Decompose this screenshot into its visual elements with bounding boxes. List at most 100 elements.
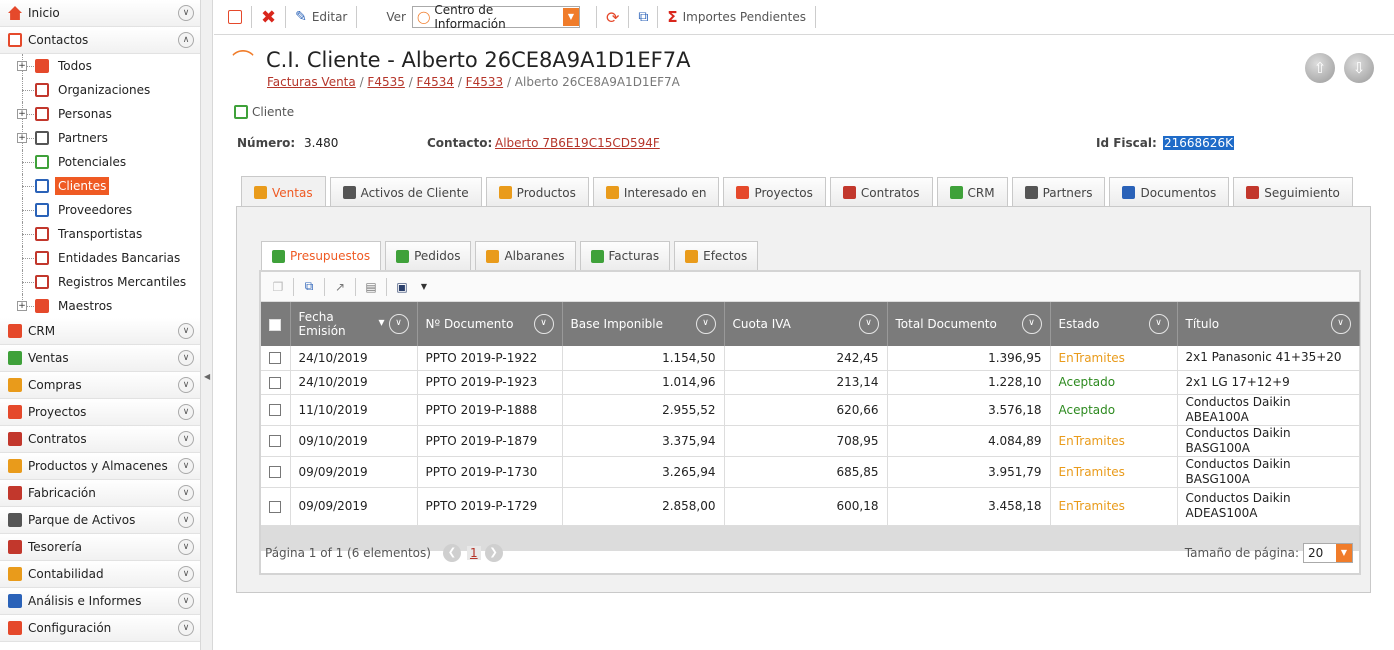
tab-documentos[interactable]: Documentos bbox=[1109, 177, 1230, 207]
sidebar-item-parque-de-activos[interactable]: Parque de Activos ∨ bbox=[0, 507, 200, 534]
edit-button[interactable]: ✎ Editar bbox=[289, 5, 353, 29]
save-dropdown-button[interactable]: ▼ bbox=[413, 276, 435, 298]
sidebar-item-partners[interactable]: + Partners bbox=[0, 126, 200, 150]
sidebar-item-maestros[interactable]: + Maestros bbox=[0, 294, 200, 318]
sidebar-item-organizaciones[interactable]: Organizaciones bbox=[0, 78, 200, 102]
sidebar-item-configuracion[interactable]: Configuración ∨ bbox=[0, 615, 200, 642]
sidebar-item-inicio[interactable]: Inicio ∨ bbox=[0, 0, 200, 27]
select-all-checkbox[interactable] bbox=[269, 318, 281, 331]
column-header-total-documento[interactable]: Total Documento ∨ bbox=[887, 302, 1051, 346]
column-header-n-documento[interactable]: Nº Documento ∨ bbox=[417, 302, 563, 346]
breadcrumb-link[interactable]: F4535 bbox=[367, 75, 404, 89]
chevron-down-icon[interactable]: ∨ bbox=[178, 377, 194, 393]
column-menu-chevron-icon[interactable]: ∨ bbox=[533, 314, 554, 334]
table-row[interactable]: 09/09/2019 PPTO 2019-P-1729 2.858,00 600,18… bbox=[261, 487, 1360, 526]
print-button[interactable]: ▤ bbox=[360, 276, 382, 298]
sidebar-item-contactos[interactable]: Contactos ∧ bbox=[0, 27, 200, 54]
sidebar-item-clientes[interactable]: Clientes bbox=[0, 174, 200, 198]
expand-icon[interactable]: + bbox=[17, 133, 27, 143]
subtab-facturas[interactable]: Facturas bbox=[579, 241, 671, 270]
prev-page-button[interactable]: ❮ bbox=[442, 544, 461, 562]
column-menu-chevron-icon[interactable]: ∨ bbox=[695, 314, 716, 334]
sidebar-splitter[interactable]: ◀ bbox=[201, 0, 213, 650]
row-checkbox[interactable] bbox=[269, 435, 282, 447]
view-combo[interactable]: ◯ Centro de Información ▼ bbox=[411, 3, 580, 31]
tab-interesado-en[interactable]: Interesado en bbox=[592, 177, 720, 207]
chevron-down-icon[interactable]: ∨ bbox=[178, 404, 194, 420]
column-header-base-imponible[interactable]: Base Imponible ∨ bbox=[562, 302, 725, 346]
chevron-down-icon[interactable]: ∨ bbox=[178, 485, 194, 501]
export-button[interactable]: ↗ bbox=[329, 276, 351, 298]
row-checkbox[interactable] bbox=[269, 376, 282, 389]
open-window-button[interactable]: ⧉ bbox=[632, 5, 654, 29]
subtab-efectos[interactable]: Efectos bbox=[674, 241, 759, 270]
table-row[interactable]: 24/10/2019 PPTO 2019-P-1923 1.014,96 213,14… bbox=[261, 370, 1360, 395]
sidebar-item-analisis-e-informes[interactable]: Análisis e Informes ∨ bbox=[0, 588, 200, 615]
table-row[interactable]: 09/10/2019 PPTO 2019-P-1879 3.375,94 708,95… bbox=[261, 425, 1360, 457]
sidebar-item-todos[interactable]: + Todos bbox=[0, 54, 200, 78]
chevron-down-icon[interactable]: ∨ bbox=[178, 620, 194, 636]
table-row[interactable]: 11/10/2019 PPTO 2019-P-1888 2.955,52 620,66… bbox=[261, 394, 1360, 426]
page-size-select[interactable]: 20 ▼ bbox=[1303, 543, 1353, 563]
sidebar-item-potenciales[interactable]: Potenciales bbox=[0, 150, 200, 174]
save-button[interactable]: ▣ bbox=[391, 276, 413, 298]
new-button[interactable] bbox=[222, 5, 248, 29]
chevron-down-icon[interactable]: ∨ bbox=[178, 566, 194, 582]
sidebar-item-proveedores[interactable]: Proveedores bbox=[0, 198, 200, 222]
column-menu-chevron-icon[interactable]: ∨ bbox=[858, 314, 879, 334]
sidebar-item-productos-y-almacenes[interactable]: Productos y Almacenes ∨ bbox=[0, 453, 200, 480]
sidebar-item-contratos[interactable]: Contratos ∨ bbox=[0, 426, 200, 453]
sidebar-item-proyectos[interactable]: Proyectos ∨ bbox=[0, 399, 200, 426]
sidebar-item-contabilidad[interactable]: Contabilidad ∨ bbox=[0, 561, 200, 588]
copy-button[interactable]: ❐ bbox=[267, 276, 289, 298]
row-checkbox[interactable] bbox=[269, 404, 282, 416]
sidebar-item-tesoreria[interactable]: Tesorería ∨ bbox=[0, 534, 200, 561]
sidebar-item-entidades-bancarias[interactable]: Entidades Bancarias bbox=[0, 246, 200, 270]
chevron-down-icon[interactable]: ∨ bbox=[178, 593, 194, 609]
refresh-button[interactable]: ⟳ bbox=[600, 5, 625, 29]
row-checkbox[interactable] bbox=[269, 466, 282, 478]
chevron-down-icon[interactable]: ∨ bbox=[178, 350, 194, 366]
breadcrumb-link[interactable]: F4534 bbox=[417, 75, 454, 89]
subtab-pedidos[interactable]: Pedidos bbox=[385, 241, 472, 270]
subtab-albaranes[interactable]: Albaranes bbox=[475, 241, 576, 270]
breadcrumb-link[interactable]: F4533 bbox=[466, 75, 503, 89]
sidebar-item-registros-mercantiles[interactable]: Registros Mercantiles bbox=[0, 270, 200, 294]
previous-record-button[interactable]: ⇧ bbox=[1305, 53, 1335, 83]
chevron-down-icon[interactable]: ∨ bbox=[178, 5, 194, 21]
table-row[interactable]: 24/10/2019 PPTO 2019-P-1922 1.154,50 242,45… bbox=[261, 346, 1360, 371]
tab-activos-de-cliente[interactable]: Activos de Cliente bbox=[329, 177, 482, 207]
tab-ventas[interactable]: Ventas bbox=[241, 176, 326, 208]
open-window-button[interactable]: ⧉ bbox=[298, 276, 320, 298]
chevron-down-icon[interactable]: ▼ bbox=[562, 8, 579, 26]
chevron-up-icon[interactable]: ∧ bbox=[178, 32, 194, 48]
sidebar-item-compras[interactable]: Compras ∨ bbox=[0, 372, 200, 399]
chevron-down-icon[interactable]: ∨ bbox=[178, 323, 194, 339]
tab-contratos[interactable]: Contratos bbox=[829, 177, 933, 207]
table-row[interactable]: 09/09/2019 PPTO 2019-P-1730 3.265,94 685,85… bbox=[261, 456, 1360, 488]
expand-icon[interactable]: + bbox=[17, 301, 27, 311]
column-header-estado[interactable]: Estado ∨ bbox=[1050, 302, 1178, 346]
column-header-fecha-emision[interactable]: Fecha Emisión ▾ ∨ bbox=[290, 302, 418, 346]
sidebar-item-fabricacion[interactable]: Fabricación ∨ bbox=[0, 480, 200, 507]
next-record-button[interactable]: ⇩ bbox=[1344, 53, 1374, 83]
tab-productos[interactable]: Productos bbox=[485, 177, 589, 207]
column-menu-chevron-icon[interactable]: ∨ bbox=[1148, 314, 1169, 334]
column-menu-chevron-icon[interactable]: ∨ bbox=[1330, 314, 1351, 334]
row-checkbox[interactable] bbox=[269, 500, 282, 513]
expand-icon[interactable]: + bbox=[17, 109, 27, 119]
column-header-cuota-iva[interactable]: Cuota IVA ∨ bbox=[724, 302, 888, 346]
tab-proyectos[interactable]: Proyectos bbox=[723, 177, 826, 207]
chevron-down-icon[interactable]: ∨ bbox=[178, 539, 194, 555]
sidebar-item-transportistas[interactable]: Transportistas bbox=[0, 222, 200, 246]
tab-crm[interactable]: CRM bbox=[936, 177, 1008, 207]
tab-partners[interactable]: Partners bbox=[1011, 177, 1106, 207]
chevron-down-icon[interactable]: ∨ bbox=[178, 458, 194, 474]
sidebar-item-personas[interactable]: + Personas bbox=[0, 102, 200, 126]
next-page-button[interactable]: ❯ bbox=[484, 544, 503, 562]
breadcrumb-link[interactable]: Facturas Venta bbox=[267, 75, 356, 89]
tab-seguimiento[interactable]: Seguimiento bbox=[1233, 177, 1353, 207]
chevron-down-icon[interactable]: ∨ bbox=[178, 512, 194, 528]
delete-button[interactable]: ✖ bbox=[255, 5, 282, 29]
sidebar-item-crm[interactable]: CRM ∨ bbox=[0, 318, 200, 345]
